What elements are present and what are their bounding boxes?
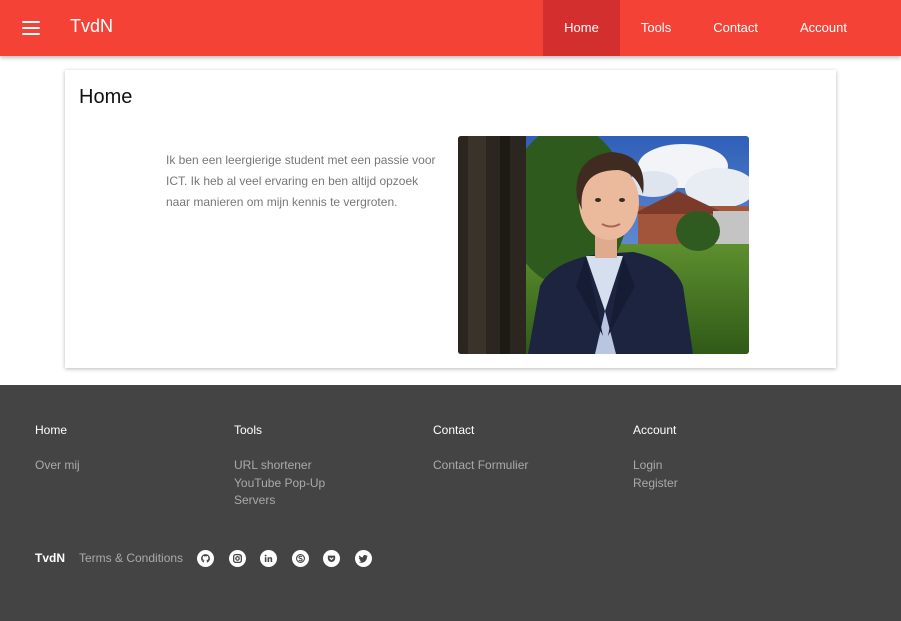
footer-bottom-bar: TvdN Terms & Conditions <box>35 548 386 568</box>
footer-heading-contact: Contact <box>433 423 475 437</box>
top-navbar: TvdN Home Tools Contact Account <box>0 0 901 56</box>
pocket-icon[interactable] <box>323 549 341 567</box>
footer-col-contact: Contact Contact Formulier <box>433 423 528 475</box>
footer-col-tools: Tools URL shortener YouTube Pop-Up Serve… <box>234 423 325 510</box>
footer-link-register[interactable]: Register <box>633 475 678 493</box>
footer-heading-home: Home <box>35 423 68 437</box>
page-title: Home <box>79 86 133 108</box>
site-footer: Home Over mij Tools URL shortener YouTub… <box>0 385 901 621</box>
nav-home[interactable]: Home <box>543 0 620 56</box>
footer-heading-account: Account <box>633 423 677 437</box>
profile-photo <box>458 136 749 354</box>
skype-icon[interactable] <box>291 549 309 567</box>
nav-tools[interactable]: Tools <box>620 0 692 56</box>
main-nav: Home Tools Contact Account <box>543 0 868 56</box>
intro-text: Ik ben een leergierige student met een p… <box>166 153 436 209</box>
linkedin-icon[interactable] <box>260 549 278 567</box>
terms-link[interactable]: Terms & Conditions <box>79 551 183 565</box>
instagram-icon[interactable] <box>228 549 246 567</box>
nav-account[interactable]: Account <box>779 0 868 56</box>
footer-brand[interactable]: TvdN <box>35 551 65 565</box>
home-card: Home Ik ben een leergierige student met … <box>65 70 836 368</box>
footer-link-login[interactable]: Login <box>633 457 678 475</box>
footer-heading-tools: Tools <box>234 423 263 437</box>
footer-col-account: Account Login Register <box>633 423 678 492</box>
footer-link-youtube-popup[interactable]: YouTube Pop-Up <box>234 475 325 493</box>
footer-link-over-mij[interactable]: Over mij <box>35 457 80 475</box>
brand-logo[interactable]: TvdN <box>70 16 113 37</box>
footer-col-home: Home Over mij <box>35 423 80 475</box>
footer-link-servers[interactable]: Servers <box>234 492 325 510</box>
menu-icon[interactable] <box>22 18 40 38</box>
github-icon[interactable] <box>197 549 215 567</box>
footer-link-contact-formulier[interactable]: Contact Formulier <box>433 457 528 475</box>
twitter-icon[interactable] <box>354 549 372 567</box>
nav-contact[interactable]: Contact <box>692 0 779 56</box>
footer-link-url-shortener[interactable]: URL shortener <box>234 457 325 475</box>
